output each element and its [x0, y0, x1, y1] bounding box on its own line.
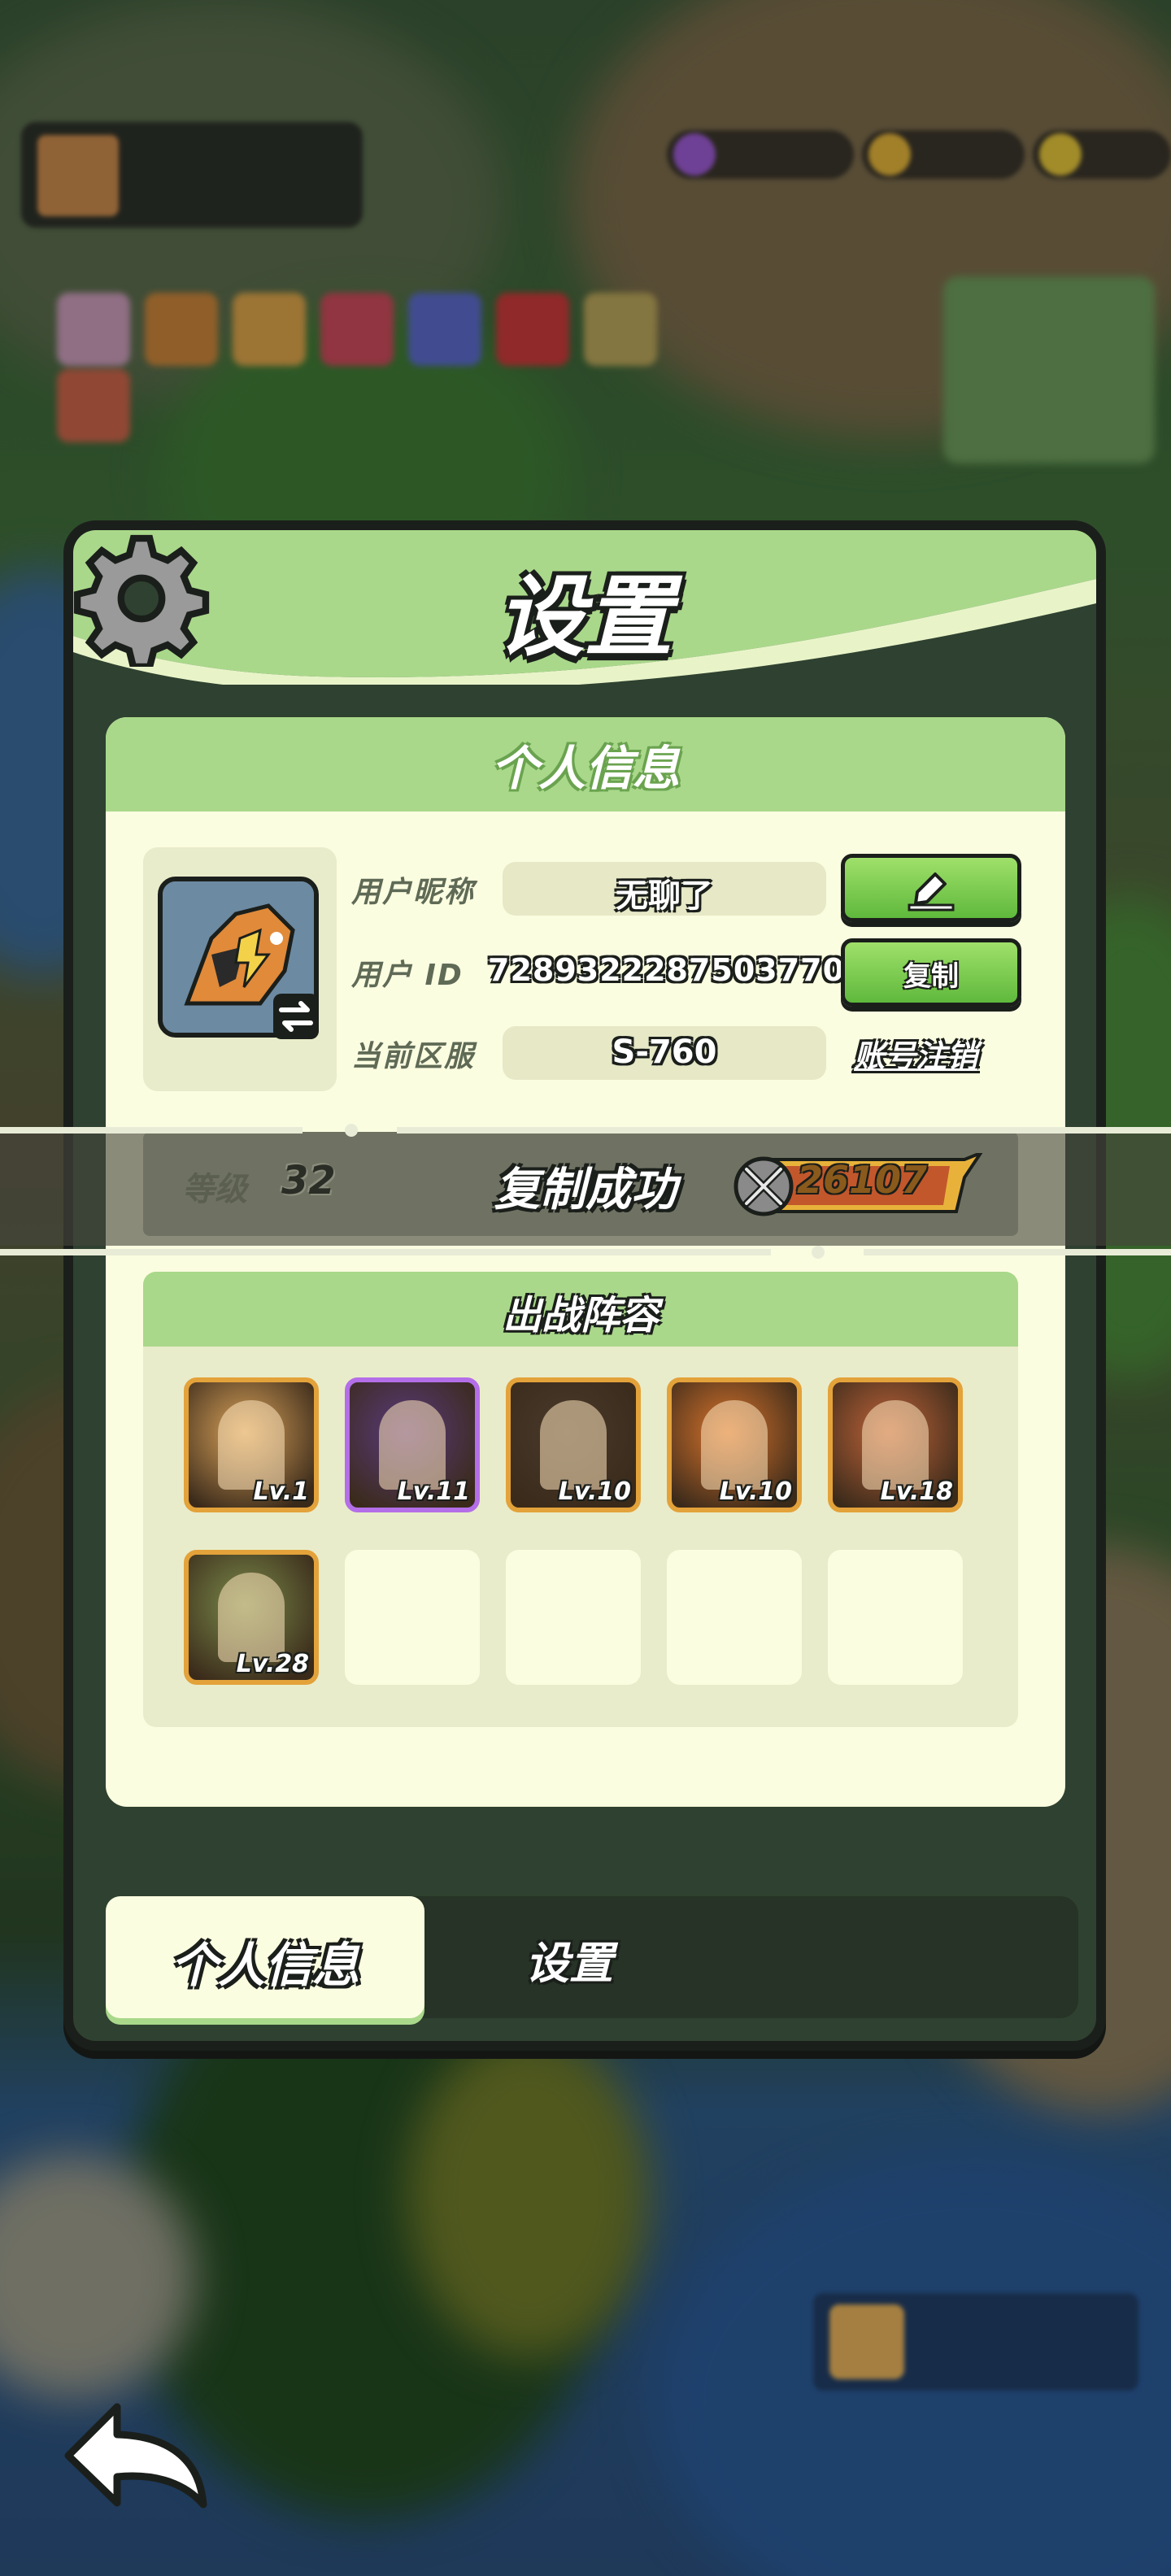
hero-level: Lv.11 — [397, 1477, 470, 1506]
hero-slot[interactable]: Lv.11 — [345, 1377, 480, 1512]
deregister-account-link[interactable]: 账号注销 — [854, 1031, 977, 1076]
hero-level: Lv.10 — [558, 1477, 631, 1506]
hero-portrait — [701, 1400, 768, 1490]
hero-level: Lv.18 — [880, 1477, 953, 1506]
dialog-header: 设置 — [73, 530, 1096, 685]
empty-hero-slot[interactable] — [506, 1550, 641, 1685]
hero-slot[interactable]: Lv.1 — [184, 1377, 319, 1512]
pencil-icon — [908, 872, 955, 912]
hero-portrait — [379, 1400, 446, 1490]
hero-portrait — [218, 1573, 285, 1662]
hero-slot[interactable]: Lv.10 — [506, 1377, 641, 1512]
lineup-title: 出战阵容 — [502, 1293, 659, 1338]
hero-level: Lv.10 — [719, 1477, 792, 1506]
personal-info-title: 个人信息 — [490, 741, 680, 796]
server-label: 当前区服 — [351, 1040, 476, 1073]
settings-dialog: 设置 个人信息 用户昵称 无聊了 用户 ID 72893222875037704… — [63, 520, 1106, 2051]
dialog-title: 设置 — [496, 567, 673, 668]
copy-success-toast: 复制成功 — [494, 1164, 677, 1216]
user-id-label: 用户 ID — [351, 959, 464, 992]
hero-level: Lv.1 — [253, 1477, 310, 1506]
hero-portrait — [862, 1400, 929, 1490]
empty-hero-slot[interactable] — [345, 1550, 480, 1685]
nickname-label: 用户昵称 — [351, 876, 476, 909]
personal-info-card: 个人信息 用户昵称 无聊了 用户 ID 72893222875037704 复制… — [106, 717, 1065, 1807]
edit-nickname-button[interactable] — [841, 854, 1021, 922]
hero-portrait — [218, 1400, 285, 1490]
swap-arrows-icon[interactable] — [273, 994, 319, 1039]
hero-level: Lv.28 — [236, 1650, 309, 1678]
server-value: S-760 — [503, 1026, 826, 1080]
user-id-value: 72893222875037704 — [488, 952, 868, 988]
hero-portrait — [540, 1400, 607, 1490]
nickname-value: 无聊了 — [503, 862, 826, 916]
hero-slot[interactable]: Lv.28 — [184, 1550, 319, 1685]
hero-slot[interactable]: Lv.10 — [667, 1377, 802, 1512]
battle-lineup: 出战阵容 Lv.1 Lv.11 Lv.10 Lv.10 Lv.18 Lv.28 — [143, 1272, 1018, 1727]
bottom-tab-bar: 个人信息 设置 — [106, 1896, 1078, 2018]
tab-personal-info[interactable]: 个人信息 — [106, 1896, 424, 2018]
hero-slot[interactable]: Lv.18 — [828, 1377, 963, 1512]
empty-hero-slot[interactable] — [667, 1550, 802, 1685]
copy-id-button[interactable]: 复制 — [841, 938, 1021, 1007]
avatar-frame — [143, 847, 337, 1091]
back-arrow-icon[interactable] — [60, 2399, 215, 2513]
empty-hero-slot[interactable] — [828, 1550, 963, 1685]
tab-settings[interactable]: 设置 — [488, 1927, 651, 1991]
